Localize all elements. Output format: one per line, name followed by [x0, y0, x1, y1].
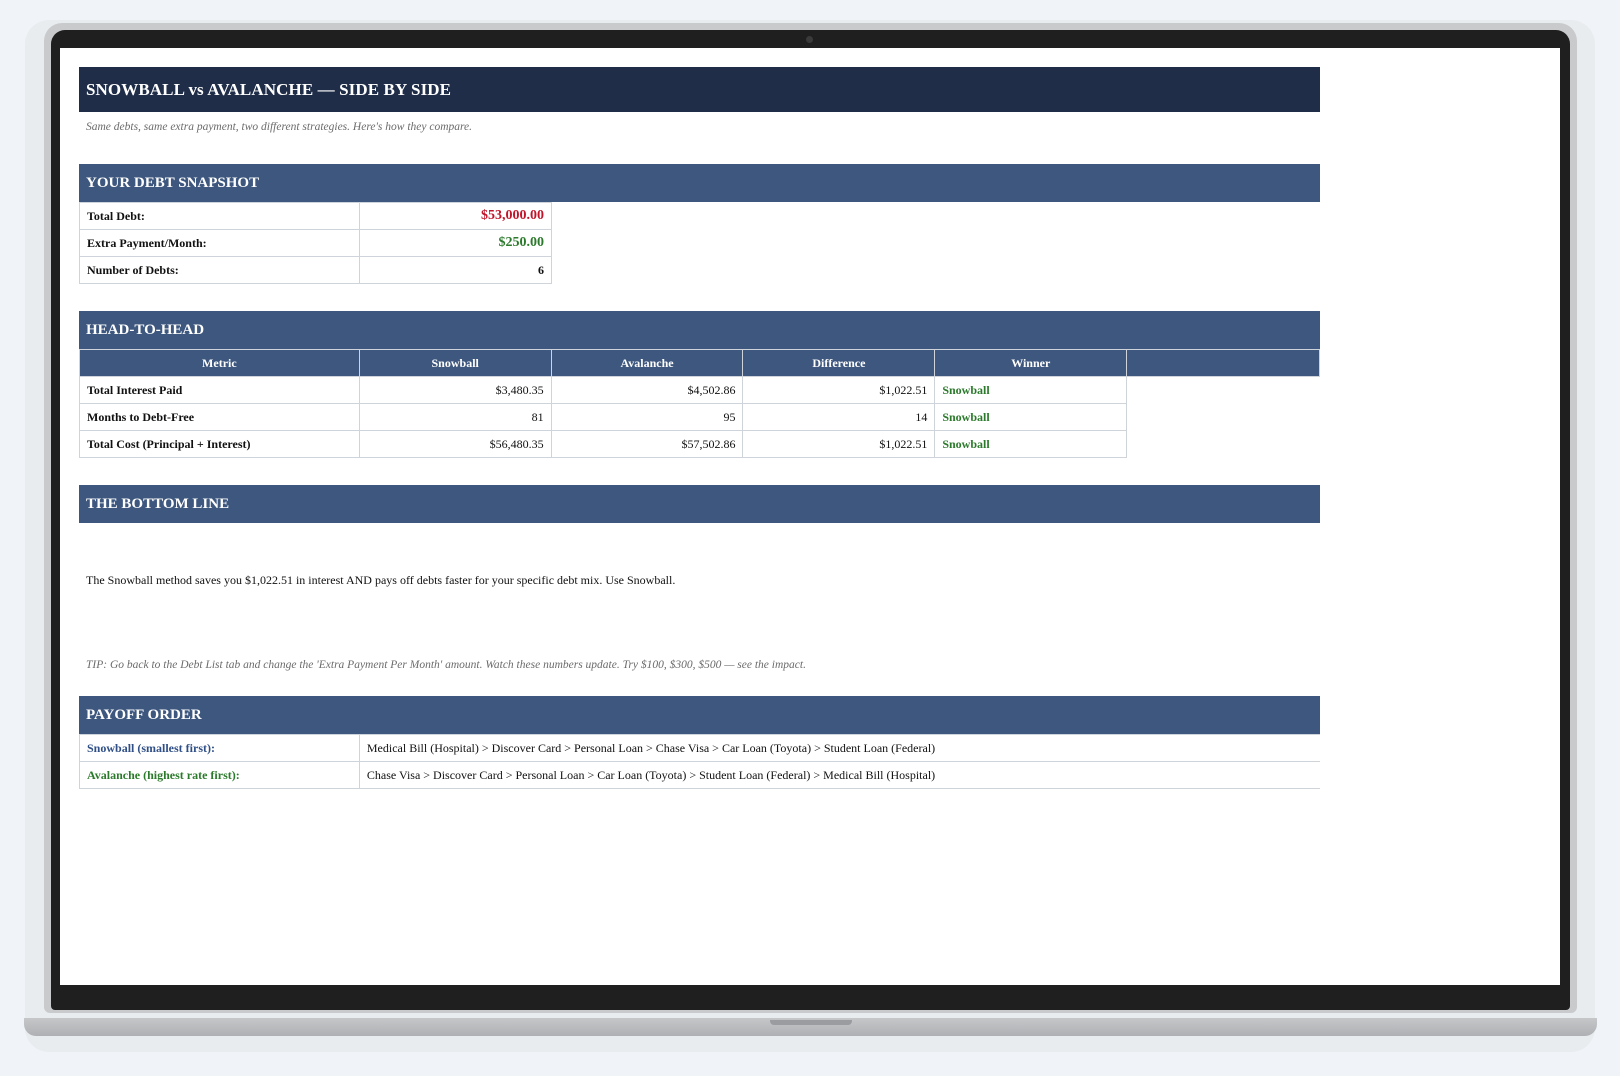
section-header-head-to-head: HEAD-TO-HEAD [79, 311, 1320, 349]
snowball-order-label[interactable]: Snowball (smallest first): [79, 734, 360, 762]
avalanche-order-value[interactable]: Chase Visa > Discover Card > Personal Lo… [358, 761, 1320, 789]
webcam-icon [806, 36, 813, 43]
extra-payment-label[interactable]: Extra Payment/Month: [79, 229, 360, 257]
empty-cell [1127, 377, 1320, 404]
total-debt-value[interactable]: $53,000.00 [359, 202, 552, 230]
spreadsheet: SNOWBALL vs AVALANCHE — SIDE BY SIDE Sam… [79, 67, 1320, 789]
payoff-order-table: Snowball (smallest first): Medical Bill … [79, 734, 1320, 789]
snowball-cell[interactable]: 81 [358, 403, 552, 431]
bottom-line-text[interactable]: The Snowball method saves you $1,022.51 … [86, 523, 1313, 588]
metric-cell[interactable]: Months to Debt-Free [79, 403, 360, 431]
number-of-debts-label[interactable]: Number of Debts: [79, 256, 360, 284]
bottom-line-summary: The Snowball method saves you $1,022.51 … [79, 523, 1320, 659]
winner-cell[interactable]: Snowball [934, 430, 1128, 458]
column-header-winner[interactable]: Winner [934, 349, 1128, 377]
difference-cell[interactable]: $1,022.51 [742, 430, 936, 458]
total-debt-label[interactable]: Total Debt: [79, 202, 360, 230]
avalanche-order-label[interactable]: Avalanche (highest rate first): [79, 761, 360, 789]
column-header-blank[interactable] [1126, 349, 1320, 377]
difference-cell[interactable]: $1,022.51 [742, 376, 936, 404]
extra-payment-value[interactable]: $250.00 [359, 229, 552, 257]
laptop-notch [770, 1020, 852, 1025]
empty-cell [1127, 404, 1320, 431]
snowball-cell[interactable]: $56,480.35 [358, 430, 552, 458]
tip-text[interactable]: TIP: Go back to the Debt List tab and ch… [79, 659, 1320, 696]
table-row: Number of Debts: 6 [79, 256, 552, 284]
section-header-snapshot: YOUR DEBT SNAPSHOT [79, 164, 1320, 202]
page-subtitle: Same debts, same extra payment, two diff… [86, 121, 473, 133]
table-row: Total Interest Paid $3,480.35 $4,502.86 … [79, 376, 1320, 404]
metric-cell[interactable]: Total Interest Paid [79, 376, 360, 404]
table-row: Snowball (smallest first): Medical Bill … [79, 734, 1320, 762]
metric-cell[interactable]: Total Cost (Principal + Interest) [79, 430, 360, 458]
column-header-metric[interactable]: Metric [79, 349, 360, 377]
number-of-debts-value[interactable]: 6 [359, 256, 552, 284]
section-header-payoff-order: PAYOFF ORDER [79, 696, 1320, 734]
table-row: Avalanche (highest rate first): Chase Vi… [79, 761, 1320, 789]
table-header-row: Metric Snowball Avalanche Difference Win… [79, 349, 1320, 377]
screen: SNOWBALL vs AVALANCHE — SIDE BY SIDE Sam… [60, 48, 1560, 985]
avalanche-cell[interactable]: $4,502.86 [550, 376, 744, 404]
winner-cell[interactable]: Snowball [934, 376, 1128, 404]
avalanche-cell[interactable]: $57,502.86 [550, 430, 744, 458]
page-title: SNOWBALL vs AVALANCHE — SIDE BY SIDE [79, 67, 1320, 112]
column-header-difference[interactable]: Difference [742, 349, 936, 377]
column-header-snowball[interactable]: Snowball [358, 349, 552, 377]
difference-cell[interactable]: 14 [742, 403, 936, 431]
head-to-head-table: Metric Snowball Avalanche Difference Win… [79, 349, 1320, 458]
table-row: Extra Payment/Month: $250.00 [79, 229, 552, 257]
snowball-order-value[interactable]: Medical Bill (Hospital) > Discover Card … [358, 734, 1320, 762]
column-header-avalanche[interactable]: Avalanche [550, 349, 744, 377]
table-row: Total Cost (Principal + Interest) $56,48… [79, 430, 1320, 458]
section-header-bottom-line: THE BOTTOM LINE [79, 485, 1320, 523]
snapshot-table: Total Debt: $53,000.00 Extra Payment/Mon… [79, 202, 552, 284]
winner-cell[interactable]: Snowball [934, 403, 1128, 431]
snowball-cell[interactable]: $3,480.35 [358, 376, 552, 404]
empty-cell [1127, 431, 1320, 458]
avalanche-cell[interactable]: 95 [550, 403, 744, 431]
table-row: Months to Debt-Free 81 95 14 Snowball [79, 403, 1320, 431]
table-row: Total Debt: $53,000.00 [79, 202, 552, 230]
